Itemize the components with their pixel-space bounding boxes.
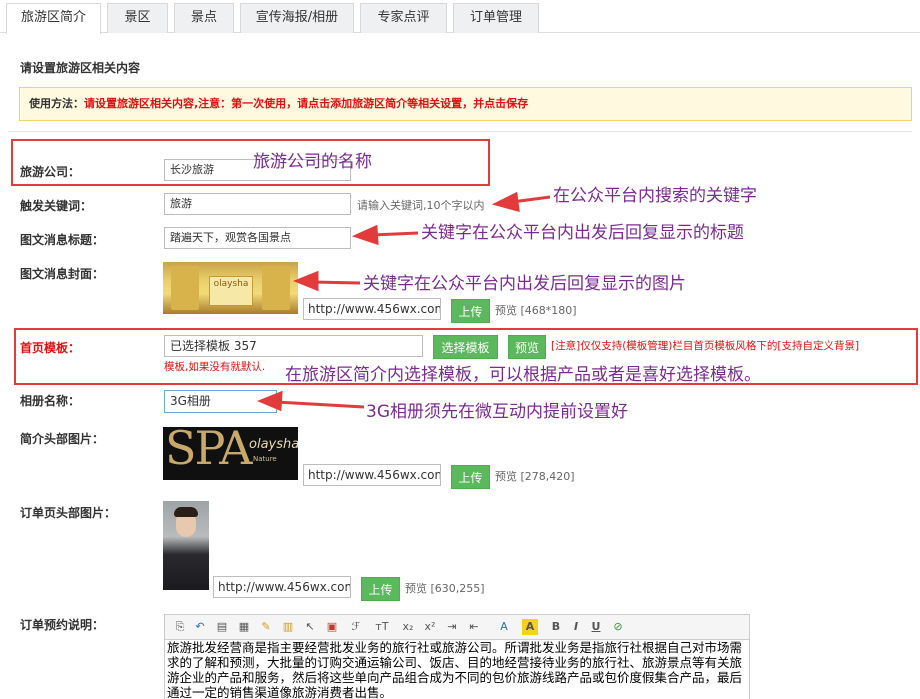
keyword-hint: 请输入关键词,10个字以内: [357, 199, 485, 212]
superscript-icon[interactable]: x²: [422, 619, 438, 635]
arrowhead-keyword: [491, 191, 520, 213]
annotation-company: 旅游公司的名称: [253, 152, 372, 172]
pointer-icon[interactable]: ↖: [302, 619, 318, 635]
editor-toolbar: ⎘ ↶ ▤ ▦ ✎ ▥ ↖ ▣ ℱ ᴛT x₂ x² ⇥ ⇤ A A B I U…: [164, 614, 750, 640]
news-title-label: 图文消息标题：: [20, 233, 105, 247]
font-color-icon[interactable]: A: [496, 619, 512, 635]
intro-header-label: 简介头部图片：: [20, 432, 105, 446]
cover-curtain-right: [262, 266, 290, 310]
tab-scenic-intro[interactable]: 旅游区简介: [6, 3, 101, 34]
arrow-album: [275, 400, 365, 409]
tab-scenic-area[interactable]: 景区: [107, 3, 168, 33]
outdent-icon[interactable]: ⇤: [466, 619, 482, 635]
portrait-hair: [174, 507, 198, 517]
intro-header-size-hint: 预览 [278,420]: [495, 470, 575, 483]
undo-icon[interactable]: ↶: [192, 619, 208, 635]
portrait-image: [163, 501, 209, 590]
company-label: 旅游公司：: [20, 165, 81, 179]
clear-format-icon[interactable]: ⊘: [610, 619, 626, 635]
section-title: 请设置旅游区相关内容: [20, 61, 141, 75]
cover-url-input[interactable]: http://www.456wx.com,: [303, 298, 441, 320]
underline-icon[interactable]: U: [588, 619, 604, 635]
cover-upload-button[interactable]: 上传: [451, 299, 490, 323]
select-template-button[interactable]: 选择模板: [433, 335, 498, 359]
cover-curtain-left: [171, 266, 199, 310]
indent-icon[interactable]: ⇥: [444, 619, 460, 635]
font-size-icon[interactable]: ᴛT: [372, 619, 392, 635]
notice-message: 请设置旅游区相关内容,注意：第一次使用，请点击添加旅游区简介等相关设置，并点击保…: [84, 97, 529, 110]
template-preview-button[interactable]: 预览: [508, 335, 546, 359]
paste-text-icon[interactable]: ▥: [280, 619, 296, 635]
order-header-url-input[interactable]: http://www.456wx.com,: [213, 576, 351, 598]
tab-poster-album[interactable]: 宣传海报/相册: [240, 3, 354, 33]
tab-expert-review[interactable]: 专家点评: [360, 3, 447, 33]
table-icon[interactable]: ▣: [324, 619, 340, 635]
italic-icon[interactable]: I: [568, 619, 584, 635]
order-header-size-hint: 预览 [630,255]: [405, 582, 485, 595]
cover-sign-text: olaysha: [213, 279, 249, 289]
album-label: 相册名称：: [20, 394, 81, 408]
arrow-title: [371, 231, 419, 237]
album-select[interactable]: 3G相册: [164, 390, 277, 413]
arrowhead-cover: [292, 270, 319, 292]
bold-icon[interactable]: B: [548, 619, 564, 635]
template-label: 首页模板：: [20, 341, 81, 355]
keyword-label: 触发关键词：: [20, 199, 93, 213]
annotation-title: 关键字在公众平台内出发后回复显示的标题: [421, 223, 744, 243]
spa-sub: Nature: [253, 455, 277, 463]
brush-icon[interactable]: ✎: [258, 619, 274, 635]
highlight-icon[interactable]: A: [522, 619, 538, 635]
cover-sign: olaysha: [209, 276, 253, 306]
spa-image: SPA olaysha Nature: [163, 427, 298, 480]
annotation-keyword: 在公众平台内搜索的关键字: [553, 186, 757, 206]
news-title-input[interactable]: 踏遍天下，观赏各国景点: [164, 227, 351, 249]
paste-icon[interactable]: ▦: [236, 619, 252, 635]
divider: [8, 131, 912, 132]
tab-scenic-spot[interactable]: 景点: [174, 3, 234, 33]
spa-text: SPA: [165, 427, 252, 475]
cover-size-hint: 预览 [468*180]: [495, 304, 577, 317]
cover-image: olaysha: [163, 262, 298, 314]
arrow-cover: [311, 280, 361, 285]
notice-prefix: 使用方法：: [29, 97, 84, 110]
annotation-cover: 关键字在公众平台内出发后回复显示的图片: [363, 274, 686, 294]
font-family-icon[interactable]: ℱ: [348, 619, 364, 635]
template-note-continued: 模板,如果没有就默认.: [164, 361, 266, 373]
tab-order-management[interactable]: 订单管理: [453, 3, 539, 33]
annotation-template: 在旅游区简介内选择模板，可以根据产品或者是喜好选择模板。: [285, 365, 761, 385]
usage-notice: 使用方法：请设置旅游区相关内容,注意：第一次使用，请点击添加旅游区简介等相关设置…: [19, 87, 912, 121]
annotation-album: 3G相册须先在微互动内提前设置好: [366, 402, 628, 422]
subscript-icon[interactable]: x₂: [400, 619, 416, 635]
arrow-keyword: [511, 195, 551, 204]
source-icon[interactable]: ⎘: [172, 619, 188, 635]
order-desc-label: 订单预约说明：: [20, 618, 105, 632]
tab-bar: 旅游区简介 景区 景点 宣传海报/相册 专家点评 订单管理: [0, 0, 920, 34]
template-input[interactable]: 已选择模板 357: [164, 335, 423, 357]
arrowhead-title: [351, 224, 379, 246]
copy-icon[interactable]: ▤: [214, 619, 230, 635]
keyword-input[interactable]: 旅游: [164, 193, 351, 215]
spa-brand: olaysha: [249, 437, 298, 452]
template-note: [注意]仅仅支持(模板管理)栏目首页模板风格下的[支持自定义背景]: [551, 340, 860, 352]
order-header-upload-button[interactable]: 上传: [361, 577, 400, 601]
order-desc-editor[interactable]: 旅游批发经营商是指主要经营批发业务的旅行社或旅游公司。所谓批发业务是指旅行社根据…: [164, 639, 750, 699]
intro-header-upload-button[interactable]: 上传: [451, 465, 490, 489]
order-header-label: 订单页头部图片：: [20, 506, 117, 520]
intro-header-url-input[interactable]: http://www.456wx.com,: [303, 464, 441, 486]
news-cover-label: 图文消息封面：: [20, 267, 105, 281]
